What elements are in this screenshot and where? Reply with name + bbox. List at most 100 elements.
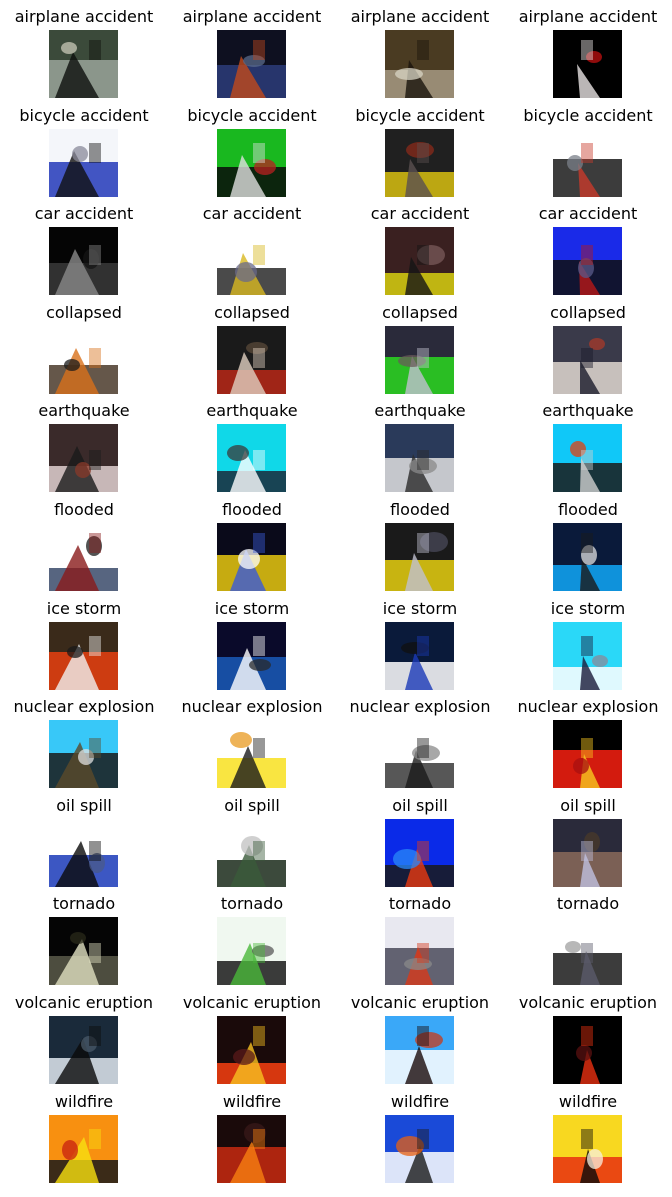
grid-cell: flooded — [168, 493, 336, 591]
ice-storm-train-image — [49, 622, 118, 690]
grid-cell: airplane accident — [0, 0, 168, 98]
class-label: ice storm — [550, 599, 626, 618]
class-label: flooded — [222, 500, 282, 519]
class-label: earthquake — [38, 401, 130, 420]
wildfire-smoke-watermark-image — [385, 1115, 454, 1183]
grid-cell: tornado — [336, 887, 504, 985]
class-label: bicycle accident — [187, 106, 317, 125]
oil-spill-shore-rocks-image — [553, 819, 622, 887]
ice-storm-road-image — [553, 622, 622, 690]
bicycle-blue-car-image — [49, 129, 118, 197]
grid-cell: collapsed — [168, 296, 336, 394]
class-label: car accident — [202, 204, 302, 223]
class-label: airplane accident — [14, 7, 154, 26]
grid-cell: earthquake — [504, 394, 672, 492]
grid-cell: oil spill — [0, 789, 168, 887]
grid-cell: flooded — [504, 493, 672, 591]
grid-cell: car accident — [336, 197, 504, 295]
class-label: tornado — [220, 894, 284, 913]
collapsed-rescue-worker-image — [385, 326, 454, 394]
earthquake-cracked-road-image — [553, 424, 622, 492]
bicycle-white-scene-image — [553, 129, 622, 197]
class-label: wildfire — [558, 1092, 618, 1111]
class-label: tornado — [556, 894, 620, 913]
flooded-car-blue-image — [553, 523, 622, 591]
class-label: airplane accident — [518, 7, 658, 26]
grid-cell: ice storm — [504, 592, 672, 690]
collapsed-building-crane-image — [49, 326, 118, 394]
class-label: volcanic eruption — [518, 993, 658, 1012]
earthquake-rubble-street-image — [385, 424, 454, 492]
grid-cell: volcanic eruption — [504, 986, 672, 1084]
class-label: nuclear explosion — [349, 697, 491, 716]
bicycle-green-grass-image — [217, 129, 286, 197]
oil-spill-white-slick-image — [217, 819, 286, 887]
class-label: earthquake — [542, 401, 634, 420]
grid-cell: volcanic eruption — [336, 986, 504, 1084]
class-label: oil spill — [560, 796, 616, 815]
grid-cell: oil spill — [168, 789, 336, 887]
class-label: collapsed — [46, 303, 122, 322]
tornado-wreckage-white-image — [553, 917, 622, 985]
class-label: nuclear explosion — [181, 697, 323, 716]
grid-cell: ice storm — [168, 592, 336, 690]
flooded-worker-night-image — [217, 523, 286, 591]
collapsed-crowd-debris-image — [553, 326, 622, 394]
volcanic-lava-flow-image — [217, 1016, 286, 1084]
grid-cell: airplane accident — [168, 0, 336, 98]
grid-cell: wildfire — [504, 1085, 672, 1183]
grid-cell: collapsed — [336, 296, 504, 394]
airplane-wreck-trees-image — [49, 30, 118, 98]
class-label: flooded — [558, 500, 618, 519]
wildfire-burning-trees-image — [217, 1115, 286, 1183]
class-label: ice storm — [46, 599, 122, 618]
grid-cell: collapsed — [0, 296, 168, 394]
grid-cell: bicycle accident — [168, 99, 336, 197]
grid-cell: bicycle accident — [0, 99, 168, 197]
disaster-image-grid: airplane accident airplane accident airpla… — [0, 0, 672, 1197]
grid-cell: ice storm — [336, 592, 504, 690]
wildfire-firefighter-logo-image — [49, 1115, 118, 1183]
grid-cell: volcanic eruption — [0, 986, 168, 1084]
car-blue-sky-image — [553, 227, 622, 295]
class-label: airplane accident — [182, 7, 322, 26]
nuclear-fireball-image — [553, 720, 622, 788]
grid-cell: oil spill — [336, 789, 504, 887]
tornado-damage-street-image — [385, 917, 454, 985]
class-label: oil spill — [392, 796, 448, 815]
class-label: earthquake — [206, 401, 298, 420]
grid-cell: flooded — [336, 493, 504, 591]
class-label: volcanic eruption — [350, 993, 490, 1012]
class-label: ice storm — [214, 599, 290, 618]
grid-cell: earthquake — [168, 394, 336, 492]
class-label: airplane accident — [350, 7, 490, 26]
class-label: car accident — [370, 204, 470, 223]
grid-cell: airplane accident — [336, 0, 504, 98]
grid-cell: airplane accident — [504, 0, 672, 98]
class-label: collapsed — [214, 303, 290, 322]
flooded-river-town-image — [49, 523, 118, 591]
nuclear-smoke-column-image — [385, 720, 454, 788]
car-crash-snow-image — [217, 227, 286, 295]
class-label: ice storm — [382, 599, 458, 618]
oil-spill-sea-horizon-image — [49, 819, 118, 887]
class-label: wildfire — [54, 1092, 114, 1111]
grid-cell: car accident — [168, 197, 336, 295]
class-label: volcanic eruption — [14, 993, 154, 1012]
class-label: flooded — [390, 500, 450, 519]
grid-cell: wildfire — [336, 1085, 504, 1183]
grid-cell: nuclear explosion — [336, 690, 504, 788]
grid-cell: nuclear explosion — [168, 690, 336, 788]
class-label: bicycle accident — [523, 106, 653, 125]
ice-storm-watermark-image — [385, 622, 454, 690]
grid-cell: bicycle accident — [336, 99, 504, 197]
car-crash-road-image — [385, 227, 454, 295]
grid-cell: nuclear explosion — [0, 690, 168, 788]
class-label: car accident — [34, 204, 134, 223]
airplane-debris-forest-image — [385, 30, 454, 98]
class-label: earthquake — [374, 401, 466, 420]
volcanic-night-lava-image — [553, 1016, 622, 1084]
grid-cell: bicycle accident — [504, 99, 672, 197]
class-label: oil spill — [224, 796, 280, 815]
bicycle-yellow-road-image — [385, 129, 454, 197]
